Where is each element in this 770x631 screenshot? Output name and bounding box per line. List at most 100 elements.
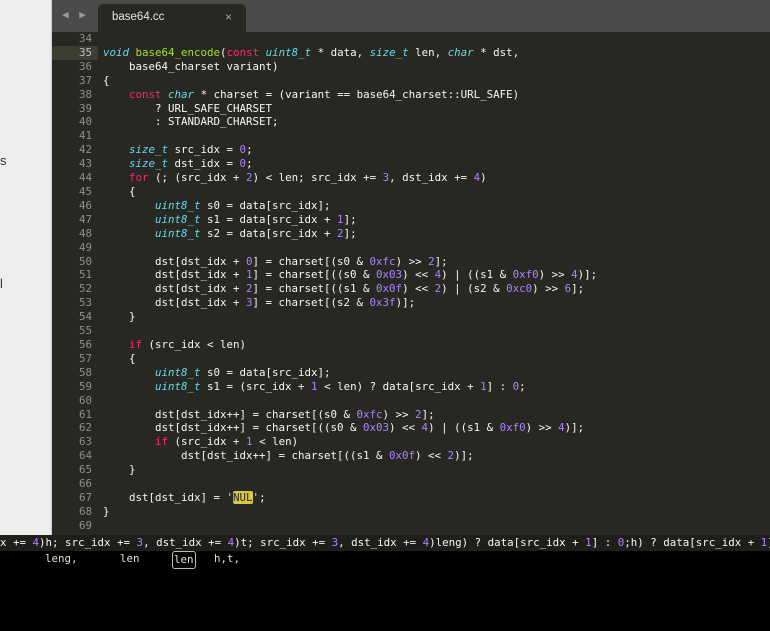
- line-code: uint8_t s1 = data[src_idx + 1];: [103, 213, 357, 227]
- type: uint8_t: [265, 45, 312, 59]
- code-text: ] :: [486, 379, 513, 393]
- code-text: )];: [564, 421, 585, 435]
- code-text: ];: [421, 407, 435, 421]
- code-text: ? URL_SAFE_CHARSET: [103, 101, 273, 115]
- code-text: * data,: [311, 45, 370, 59]
- nav-arrows-icon[interactable]: ◀ ▶: [62, 8, 88, 21]
- code-line: 43 size_t dst_idx = 0;: [52, 157, 770, 171]
- sidebar-panel: s l: [0, 0, 52, 535]
- number: 0x3f: [369, 296, 396, 310]
- line-number: 41: [78, 129, 92, 143]
- line-number: 36: [78, 59, 92, 73]
- code-text: dst[dst_idx +: [103, 296, 247, 310]
- line-number: 40: [78, 115, 92, 129]
- code-text: ] = charset[(s0 &: [252, 254, 370, 268]
- code-line: 54 }: [52, 310, 770, 324]
- code-text: ] = charset[((s1 &: [252, 282, 377, 296]
- code-text: dst[dst_idx +: [103, 268, 247, 282]
- number: 0xf0: [499, 421, 526, 435]
- code-text: ) <<: [415, 449, 448, 463]
- code-text: * dst,: [473, 45, 520, 59]
- code-text: ];: [434, 254, 448, 268]
- code-text: dst[dst_idx++] = charset[((s0 &: [103, 421, 364, 435]
- line-code: }: [103, 310, 136, 324]
- number: 0x03: [363, 421, 390, 435]
- code-text: dst[dst_idx +: [103, 282, 247, 296]
- line-number: 53: [78, 296, 92, 310]
- line-number: 44: [78, 171, 92, 185]
- code-line: 61 dst[dst_idx++] = charset[(s0 & 0xfc) …: [52, 408, 770, 422]
- code-text: ;: [519, 379, 526, 393]
- code-text: )];: [454, 449, 474, 463]
- line-code: uint8_t s0 = data[src_idx];: [103, 199, 331, 213]
- code-text: ;h) ? data[src_idx +: [624, 536, 761, 549]
- code-editor[interactable]: 34 35 void base64_encode(const uint8_t * d…: [52, 32, 770, 535]
- code-line: 41: [52, 129, 770, 143]
- code-text: ) <<: [402, 282, 435, 296]
- code-text: ;: [246, 143, 253, 157]
- number: 0x0f: [376, 282, 403, 296]
- line-code: ? URL_SAFE_CHARSET: [103, 102, 272, 116]
- line-number: 35: [52, 45, 98, 60]
- line-number: 66: [78, 477, 92, 491]
- code-text: * charset = (variant == base64_charset::…: [194, 87, 520, 101]
- line-code: const char * charset = (variant == base6…: [103, 88, 519, 102]
- line-code: uint8_t s2 = data[src_idx + 2];: [103, 227, 357, 241]
- tab-base64-cc[interactable]: base64.cc ×: [98, 4, 246, 32]
- code-line: 44 for (; (src_idx + 2) < len; src_idx +…: [52, 171, 770, 185]
- code-text: , dst_idx +=: [389, 171, 474, 185]
- code-line: 58 uint8_t s0 = data[src_idx];: [52, 366, 770, 380]
- code-text: : STANDARD_CHARSET;: [103, 115, 279, 129]
- number: 0x0f: [389, 449, 416, 463]
- code-line: 48 uint8_t s2 = data[src_idx + 2];: [52, 227, 770, 241]
- code-line: 57 {: [52, 352, 770, 366]
- code-line: 36 base64_charset variant): [52, 60, 770, 74]
- line-number: 58: [78, 365, 92, 379]
- code-text: ) < len; src_idx +=: [252, 171, 383, 185]
- code-line: 35 void base64_encode(const uint8_t * dat…: [52, 45, 770, 60]
- line-code: dst[dst_idx + 1] = charset[((s0 & 0x03) …: [103, 268, 597, 282]
- line-number: 57: [78, 351, 92, 365]
- code-line: 39 ? URL_SAFE_CHARSET: [52, 102, 770, 116]
- code-text: dst_idx =: [168, 157, 240, 171]
- line-number: 39: [78, 101, 92, 115]
- code-text: (src_idx < len): [142, 338, 247, 352]
- code-line: 67 dst[dst_idx] = 'NUL';: [52, 491, 770, 505]
- code-text: s1 = (src_idx +: [200, 379, 312, 393]
- code-text: }: [103, 463, 136, 477]
- close-icon[interactable]: ×: [225, 10, 232, 24]
- number: 0xfc: [369, 254, 396, 268]
- tab-title: base64.cc: [112, 11, 165, 23]
- code-line: 53 dst[dst_idx + 3] = charset[(s2 & 0x3f…: [52, 296, 770, 310]
- code-line: 51 dst[dst_idx + 1] = charset[((s0 & 0x0…: [52, 268, 770, 282]
- type: char: [168, 87, 195, 101]
- code-text: len,: [408, 45, 448, 59]
- keyword: const: [129, 87, 162, 101]
- code-text: ;: [246, 157, 253, 171]
- code-text: ];: [343, 226, 357, 240]
- line-code: base64_charset variant): [103, 60, 279, 74]
- code-line: 56 if (src_idx < len): [52, 338, 770, 352]
- line-number: 38: [78, 87, 92, 101]
- line-number: 56: [78, 338, 92, 352]
- type: uint8_t: [155, 226, 201, 240]
- code-text: )];: [395, 296, 416, 310]
- line-number: 34: [78, 32, 92, 45]
- line-number: 51: [78, 268, 92, 282]
- line-code: {: [103, 74, 110, 88]
- keyword: const: [226, 45, 260, 59]
- number: 0x03: [376, 268, 403, 282]
- line-code: size_t src_idx = 0;: [103, 143, 253, 157]
- code-text: s0 = data[src_idx];: [200, 365, 331, 379]
- line-number: 64: [78, 449, 92, 463]
- line-number: 59: [78, 379, 92, 393]
- code-text: {: [103, 73, 110, 87]
- code-line: 65 }: [52, 463, 770, 477]
- function-name: base64_encode: [135, 45, 221, 59]
- line-number: 48: [78, 226, 92, 240]
